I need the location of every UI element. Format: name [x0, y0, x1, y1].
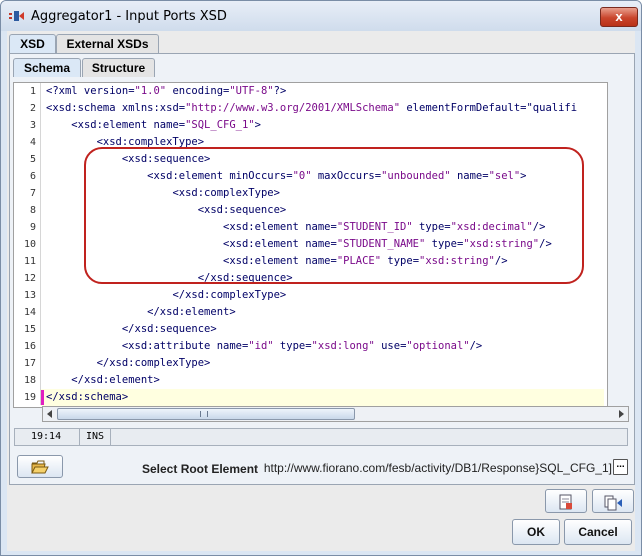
title-bar[interactable]: Aggregator1 - Input Ports XSD x	[1, 1, 641, 31]
root-element-field[interactable]: http://www.fiorano.com/fesb/activity/DB1…	[256, 461, 612, 476]
scroll-thumb[interactable]	[57, 408, 355, 420]
ok-button[interactable]: OK	[512, 519, 560, 545]
code-line[interactable]: </xsd:element>	[46, 372, 160, 389]
line-number: 5	[29, 154, 36, 165]
status-divider	[79, 429, 80, 445]
browse-root-element-button[interactable]: ...	[613, 459, 628, 475]
code-line[interactable]: </xsd:element>	[46, 304, 236, 321]
line-number: 19	[23, 392, 36, 403]
tab-schema[interactable]: Schema	[13, 58, 81, 77]
code-line[interactable]: <xsd:element name="SQL_CFG_1">	[46, 117, 261, 134]
window-title: Aggregator1 - Input Ports XSD	[31, 9, 227, 24]
text-cursor	[41, 390, 44, 405]
line-number: 13	[23, 290, 36, 301]
line-number: 11	[23, 256, 36, 267]
line-number-gutter: 1 2 3 4 5 6 7 8 9 10 11 12 13 14 15 16 17 18 19	[14, 83, 41, 405]
line-number: 17	[23, 358, 36, 369]
arrow-left-icon	[47, 410, 52, 418]
arrow-right-icon	[619, 410, 624, 418]
cursor-position: 19:14	[31, 431, 62, 442]
line-number: 9	[29, 222, 36, 233]
line-number: 4	[29, 137, 36, 148]
code-line[interactable]: <xsd:schema xmlns:xsd="http://www.w3.org…	[46, 100, 577, 117]
copy-arrow-icon	[604, 495, 622, 511]
thumb-grip	[200, 411, 208, 417]
tab-structure[interactable]: Structure	[82, 58, 155, 77]
close-button[interactable]: x	[600, 7, 638, 27]
code-line[interactable]: <?xml version="1.0" encoding="UTF-8"?>	[46, 83, 286, 100]
tab-xsd[interactable]: XSD	[9, 34, 56, 53]
line-number: 7	[29, 188, 36, 199]
status-divider-2	[110, 429, 111, 445]
line-number: 14	[23, 307, 36, 318]
open-file-button[interactable]	[17, 455, 63, 478]
cancel-button[interactable]: Cancel	[564, 519, 632, 545]
validate-button[interactable]	[545, 489, 587, 513]
code-line[interactable]: </xsd:sequence>	[46, 321, 217, 338]
code-line[interactable]: <xsd:attribute name="id" type="xsd:long"…	[46, 338, 482, 355]
document-edit-icon	[559, 494, 572, 510]
app-icon	[9, 11, 24, 21]
line-number: 16	[23, 341, 36, 352]
folder-open-icon	[31, 460, 49, 474]
editor-status-bar: 19:14 INS	[14, 428, 628, 446]
horizontal-scrollbar[interactable]	[42, 406, 629, 422]
generate-button[interactable]	[592, 489, 634, 513]
insert-mode: INS	[86, 431, 105, 442]
scroll-left-arrow[interactable]	[43, 407, 57, 421]
line-number: 6	[29, 171, 36, 182]
code-line[interactable]: </xsd:complexType>	[46, 355, 211, 372]
line-number: 18	[23, 375, 36, 386]
line-number: 15	[23, 324, 36, 335]
root-element-label: Select Root Element	[142, 462, 259, 476]
highlight-annotation	[84, 147, 584, 284]
scroll-right-arrow[interactable]	[614, 407, 628, 421]
code-line[interactable]: </xsd:schema>	[46, 389, 128, 406]
tab-external-xsds[interactable]: External XSDs	[56, 34, 159, 53]
line-number: 10	[23, 239, 36, 250]
code-line[interactable]: </xsd:complexType>	[46, 287, 286, 304]
line-number: 2	[29, 103, 36, 114]
line-number: 1	[29, 86, 36, 97]
line-number: 8	[29, 205, 36, 216]
line-number: 12	[23, 273, 36, 284]
line-number: 3	[29, 120, 36, 131]
dialog-window: Aggregator1 - Input Ports XSD x XSD Exte…	[0, 0, 642, 556]
